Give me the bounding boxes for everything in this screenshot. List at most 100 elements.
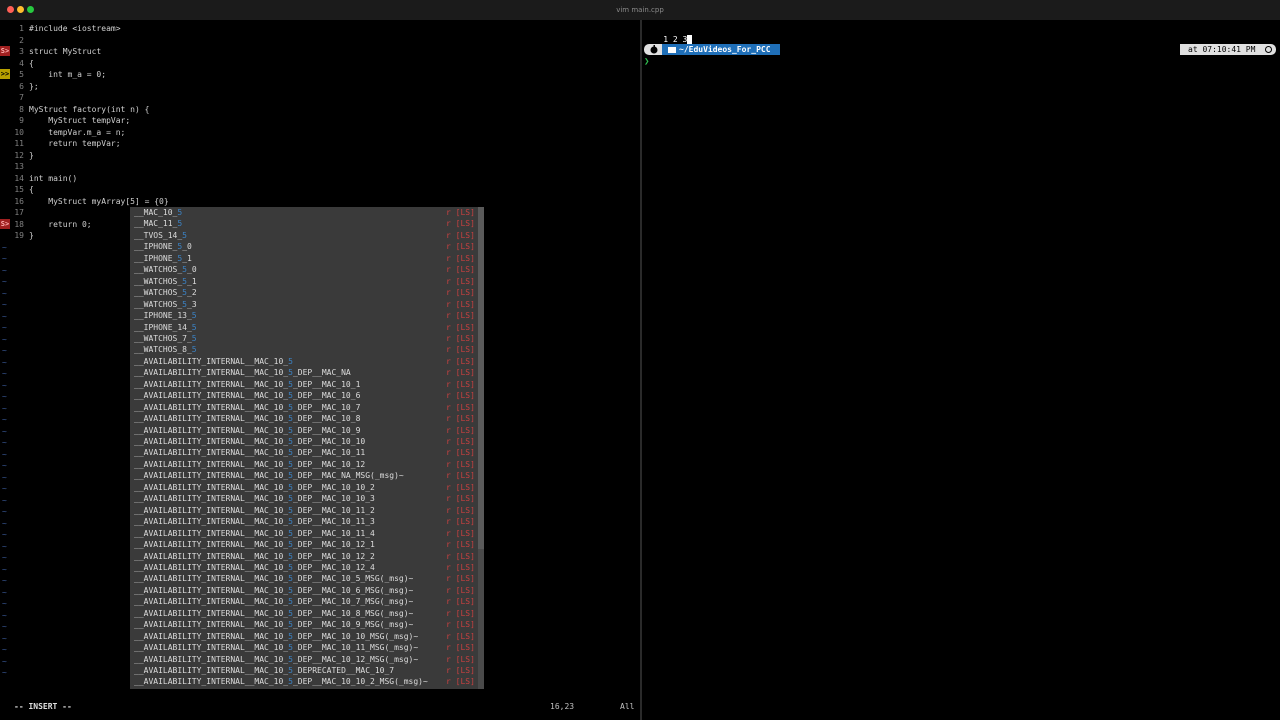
completion-text-prefix: __AVAILABILITY_INTERNAL__MAC_10_	[134, 574, 289, 584]
code-line[interactable]: 10 tempVar.m_a = n;	[0, 127, 640, 138]
completion-kind: r [LS]	[446, 356, 475, 366]
code-line[interactable]: 16 MyStruct myArray[5] = {0}	[0, 196, 640, 207]
completion-item[interactable]: __WATCHOS_7_5 r [LS]	[134, 333, 475, 345]
apple-icon	[644, 44, 662, 55]
code-line[interactable]: 15 {	[0, 184, 640, 195]
code-line[interactable]: 2	[0, 35, 640, 46]
completion-kind: r [LS]	[446, 253, 475, 263]
completion-text-suffix: _DEP__MAC_10_11_2	[292, 505, 375, 515]
completion-item[interactable]: __IPHONE_5_1 r [LS]	[134, 253, 475, 265]
tilde-marker: ~	[2, 380, 7, 390]
completion-item[interactable]: __AVAILABILITY_INTERNAL__MAC_10_5_DEP__M…	[134, 642, 475, 654]
code-line[interactable]: 6};	[0, 81, 640, 92]
code-line[interactable]: 7	[0, 92, 640, 103]
completion-text-prefix: __AVAILABILITY_INTERNAL__MAC_10_	[134, 608, 289, 618]
tilde-marker: ~	[2, 461, 7, 470]
completion-item[interactable]: __AVAILABILITY_INTERNAL__MAC_10_5_DEP__M…	[134, 654, 475, 666]
completion-item[interactable]: __WATCHOS_5_1 r [LS]	[134, 276, 475, 288]
code-line[interactable]: >> 5 int m_a = 0;	[0, 69, 640, 80]
completion-text-prefix: __AVAILABILITY_INTERNAL__MAC_10_	[134, 459, 289, 469]
code-line[interactable]: 13	[0, 161, 640, 172]
code-line[interactable]: 8 MyStruct factory(int n) {	[0, 104, 640, 115]
tilde-marker: ~	[2, 288, 7, 298]
completion-item[interactable]: __WATCHOS_8_5 r [LS]	[134, 344, 475, 356]
line-number: 14	[14, 173, 24, 183]
completion-text-suffix: _0	[187, 265, 197, 275]
code-line[interactable]: 1 #include <iostream>	[0, 23, 640, 34]
line-number: 7	[19, 93, 24, 102]
completion-item[interactable]: __IPHONE_5_0 r [LS]	[134, 241, 475, 253]
completion-text-match: 5	[177, 208, 183, 217]
completion-text-suffix: _DEP__MAC_10_10_2_MSG(_msg)~	[292, 677, 428, 687]
completion-popup[interactable]: __MAC_10_5 r [LS] __MAC_11_5 r [LS] __TVOS_1…	[130, 207, 484, 689]
completion-item[interactable]: __WATCHOS_5_2 r [LS]	[134, 287, 475, 299]
completion-item[interactable]: __AVAILABILITY_INTERNAL__MAC_10_5_DEP__M…	[134, 631, 475, 643]
line-text: return 0;	[29, 219, 92, 229]
terminal-pane[interactable]: 1 2 3 ~/EduVideos_For_PCC at 07:10:41 PM…	[642, 20, 1280, 720]
line-number: 2	[19, 35, 24, 45]
completion-item[interactable]: __AVAILABILITY_INTERNAL__MAC_10_5_DEP__M…	[134, 608, 475, 620]
completion-scrollbar[interactable]	[478, 207, 484, 689]
completion-item[interactable]: __AVAILABILITY_INTERNAL__MAC_10_5_DEP__M…	[134, 505, 475, 517]
completion-item[interactable]: __AVAILABILITY_INTERNAL__MAC_10_5_DEP__M…	[134, 379, 475, 391]
code-line[interactable]: 14 int main()	[0, 173, 640, 184]
code-line[interactable]: 12}	[0, 150, 640, 161]
completion-item[interactable]: __AVAILABILITY_INTERNAL__MAC_10_5_DEP__M…	[134, 425, 475, 437]
completion-item[interactable]: __AVAILABILITY_INTERNAL__MAC_10_5_DEPREC…	[134, 665, 475, 677]
vim-statusline: -- INSERT -- 16,23 All	[0, 700, 640, 714]
completion-item[interactable]: __AVAILABILITY_INTERNAL__MAC_10_5_DEP__M…	[134, 447, 475, 459]
completion-text-prefix: __AVAILABILITY_INTERNAL__MAC_10_	[134, 425, 289, 435]
completion-text-suffix: _DEP__MAC_10_12_2	[292, 551, 375, 561]
completion-text-prefix: __AVAILABILITY_INTERNAL__MAC_10_	[134, 551, 289, 561]
completion-scrollbar-thumb[interactable]	[478, 207, 484, 549]
completion-item[interactable]: __WATCHOS_5_0 r [LS]	[134, 264, 475, 276]
completion-item[interactable]: __MAC_10_5 r [LS]	[134, 207, 475, 219]
code-line[interactable]: S> 3 struct MyStruct	[0, 46, 640, 57]
completion-item[interactable]: __AVAILABILITY_INTERNAL__MAC_10_5_DEP__M…	[134, 367, 475, 379]
completion-text-prefix: __AVAILABILITY_INTERNAL__MAC_10_	[134, 494, 289, 504]
completion-item[interactable]: __AVAILABILITY_INTERNAL__MAC_10_5_DEP__M…	[134, 676, 475, 688]
code-line[interactable]: 9 MyStruct tempVar;	[0, 115, 640, 126]
completion-item[interactable]: __AVAILABILITY_INTERNAL__MAC_10_5 r [LS]	[134, 356, 475, 368]
completion-item[interactable]: __IPHONE_13_5 r [LS]	[134, 310, 475, 322]
tilde-marker: ~	[2, 357, 7, 367]
completion-item[interactable]: __AVAILABILITY_INTERNAL__MAC_10_5_DEP__M…	[134, 402, 475, 414]
completion-item[interactable]: __AVAILABILITY_INTERNAL__MAC_10_5_DEP__M…	[134, 562, 475, 574]
completion-item[interactable]: __AVAILABILITY_INTERNAL__MAC_10_5_DEP__M…	[134, 436, 475, 448]
completion-item[interactable]: __AVAILABILITY_INTERNAL__MAC_10_5_DEP__M…	[134, 493, 475, 505]
completion-item[interactable]: __AVAILABILITY_INTERNAL__MAC_10_5_DEP__M…	[134, 470, 475, 482]
tilde-marker: ~	[2, 622, 7, 631]
completion-text-prefix: __AVAILABILITY_INTERNAL__MAC_10_	[134, 437, 289, 446]
completion-text-prefix: __AVAILABILITY_INTERNAL__MAC_10_	[134, 414, 289, 424]
completion-item[interactable]: __MAC_11_5 r [LS]	[134, 218, 475, 230]
completion-item[interactable]: __AVAILABILITY_INTERNAL__MAC_10_5_DEP__M…	[134, 459, 475, 471]
completion-text-prefix: __AVAILABILITY_INTERNAL__MAC_10_	[134, 482, 289, 492]
completion-item[interactable]: __AVAILABILITY_INTERNAL__MAC_10_5_DEP__M…	[134, 528, 475, 540]
completion-item[interactable]: __AVAILABILITY_INTERNAL__MAC_10_5_DEP__M…	[134, 539, 475, 551]
completion-item[interactable]: __AVAILABILITY_INTERNAL__MAC_10_5_DEP__M…	[134, 596, 475, 608]
completion-item[interactable]: __TVOS_14_5 r [LS]	[134, 230, 475, 242]
completion-kind: r [LS]	[446, 391, 475, 401]
warning-sign: >>	[0, 69, 10, 79]
line-number: 18	[14, 219, 24, 229]
completion-kind: r [LS]	[446, 402, 475, 412]
tilde-marker: ~	[2, 587, 7, 597]
completion-item[interactable]: __AVAILABILITY_INTERNAL__MAC_10_5_DEP__M…	[134, 573, 475, 585]
completion-item[interactable]: __AVAILABILITY_INTERNAL__MAC_10_5_DEP__M…	[134, 482, 475, 494]
completion-item[interactable]: __AVAILABILITY_INTERNAL__MAC_10_5_DEP__M…	[134, 619, 475, 631]
completion-text-prefix: __AVAILABILITY_INTERNAL__MAC_10_	[134, 379, 289, 389]
completion-item[interactable]: __AVAILABILITY_INTERNAL__MAC_10_5_DEP__M…	[134, 413, 475, 425]
tilde-marker: ~	[2, 277, 7, 286]
completion-text-prefix: __WATCHOS_	[134, 276, 183, 286]
code-line[interactable]: 4{	[0, 58, 640, 69]
completion-item[interactable]: __WATCHOS_5_3 r [LS]	[134, 299, 475, 311]
completion-item[interactable]: __AVAILABILITY_INTERNAL__MAC_10_5_DEP__M…	[134, 585, 475, 597]
tilde-marker: ~	[2, 645, 7, 654]
completion-kind: r [LS]	[446, 631, 475, 641]
completion-item[interactable]: __AVAILABILITY_INTERNAL__MAC_10_5_DEP__M…	[134, 516, 475, 528]
completion-item[interactable]: __AVAILABILITY_INTERNAL__MAC_10_5_DEP__M…	[134, 551, 475, 563]
code-line[interactable]: 11 return tempVar;	[0, 138, 640, 149]
completion-text-prefix: __AVAILABILITY_INTERNAL__MAC_10_	[134, 528, 289, 538]
completion-item[interactable]: __IPHONE_14_5 r [LS]	[134, 322, 475, 334]
completion-item[interactable]: __AVAILABILITY_INTERNAL__MAC_10_5_DEP__M…	[134, 390, 475, 402]
